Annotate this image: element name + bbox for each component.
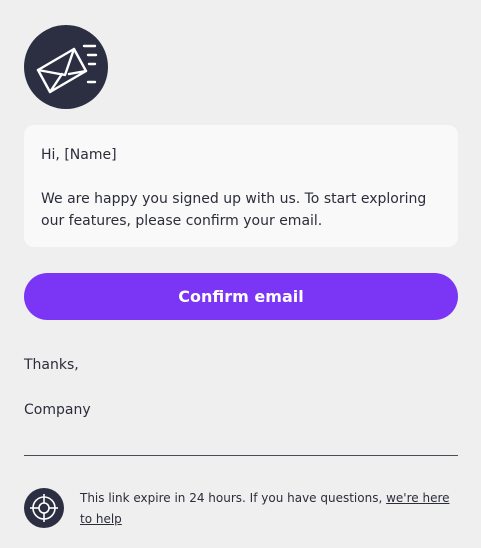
logo bbox=[24, 25, 108, 109]
footer-text: This link expire in 24 hours. If you hav… bbox=[80, 491, 387, 505]
lifebuoy-icon bbox=[30, 494, 58, 522]
message-card: Hi, [Name] We are happy you signed up wi… bbox=[24, 125, 458, 247]
footer-note: This link expire in 24 hours. If you hav… bbox=[80, 488, 455, 530]
greeting-text: Hi, [Name] bbox=[41, 147, 117, 163]
confirm-email-button[interactable]: Confirm email bbox=[24, 273, 458, 320]
help-icon-badge bbox=[24, 488, 64, 528]
message-body: We are happy you signed up with us. To s… bbox=[41, 191, 427, 229]
company-name: Company bbox=[24, 402, 91, 418]
envelope-send-icon bbox=[36, 44, 98, 94]
thanks-text: Thanks, bbox=[24, 357, 79, 373]
divider bbox=[24, 455, 458, 456]
